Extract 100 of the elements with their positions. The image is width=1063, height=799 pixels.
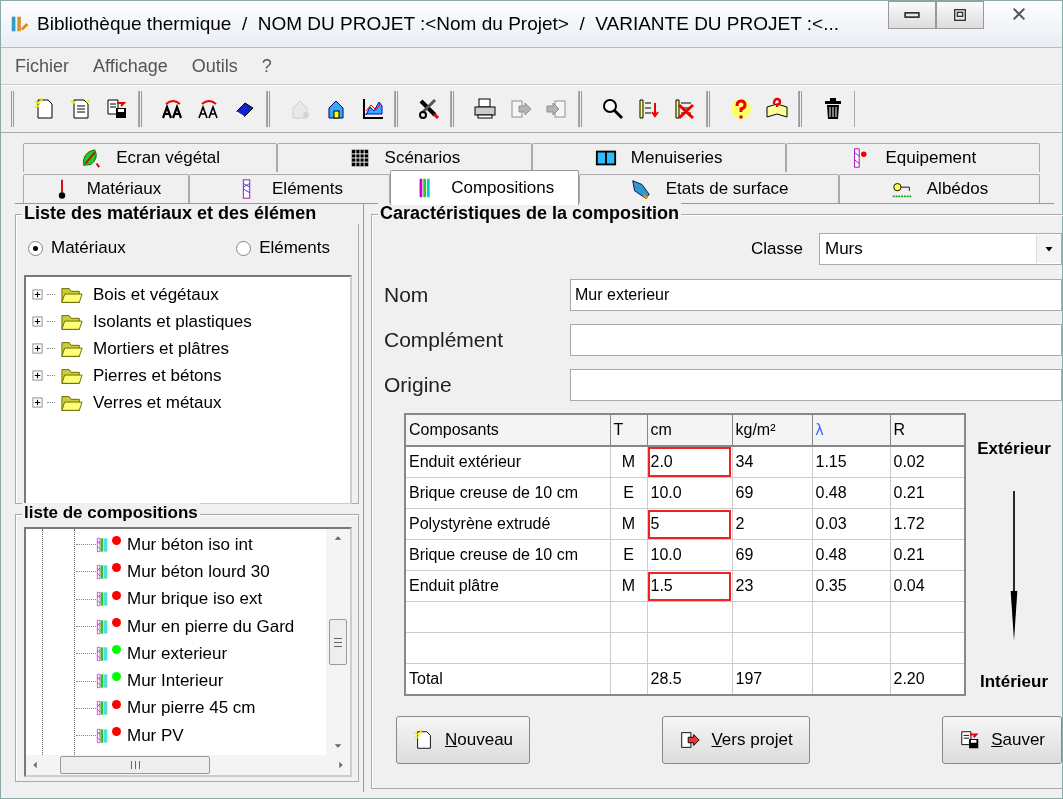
column-header[interactable]: cm <box>647 414 732 446</box>
column-header[interactable]: T <box>610 414 647 446</box>
tools-icon <box>417 97 441 121</box>
group-title: Liste des matériaux et des élémen <box>22 204 359 224</box>
list-down-icon <box>637 97 661 121</box>
table-cell: 1.15 <box>812 446 890 478</box>
menu-item[interactable]: Fichier <box>15 55 69 77</box>
tab[interactable]: Etats de surface <box>579 174 839 203</box>
radio-circle[interactable] <box>236 240 252 256</box>
table-cell: 0.48 <box>812 539 890 571</box>
horizontal-scrollbar[interactable] <box>26 755 350 775</box>
text-field[interactable]: Mur exterieur <box>570 279 1062 311</box>
vertical-scrollbar[interactable] <box>326 529 350 755</box>
list-item[interactable]: Mur béton lourd 30 <box>127 561 270 582</box>
column-header[interactable]: kg/m² <box>732 414 812 446</box>
tab[interactable]: Equipement <box>785 143 1040 172</box>
list-item[interactable]: Mur PV <box>127 725 184 746</box>
tab[interactable]: Ecran végétal <box>23 143 278 172</box>
letters-icon <box>161 97 185 121</box>
field-label: Nom <box>384 283 430 307</box>
menu-item[interactable]: Outils <box>191 55 238 77</box>
action-button[interactable]: Sauver <box>942 716 1062 764</box>
radio-button[interactable]: Matériaux <box>28 238 126 258</box>
menu-item[interactable]: ? <box>261 55 272 77</box>
list-item[interactable]: Mur pierre 45 cm <box>127 698 256 719</box>
field-label: Complément <box>384 328 505 352</box>
plus-box-icon[interactable] <box>32 316 43 327</box>
list-item[interactable]: Mur exterieur <box>127 643 228 664</box>
maximize-icon <box>952 7 968 23</box>
field-label: Origine <box>384 373 453 397</box>
brush-icon <box>629 178 652 200</box>
table-cell: Brique creuse de 10 cm <box>405 539 610 571</box>
table-cell: 0.48 <box>812 477 890 509</box>
help-book-icon <box>765 97 789 121</box>
table-cell: Brique creuse de 10 cm <box>405 477 610 509</box>
minimize-button[interactable] <box>888 1 936 29</box>
column-header[interactable]: λ <box>812 414 890 446</box>
plus-box-icon[interactable] <box>32 343 43 354</box>
tab[interactable]: Eléments <box>188 174 390 203</box>
radio-circle[interactable] <box>28 240 43 256</box>
tree-item[interactable]: Mortiers et plâtres <box>93 338 230 359</box>
table-cell: 69 <box>732 477 812 509</box>
column-header[interactable]: R <box>890 414 965 446</box>
tab[interactable]: Albédos <box>838 174 1040 203</box>
arrow-page-icon <box>509 97 533 121</box>
tree-item[interactable]: Verres et métaux <box>93 392 222 413</box>
table-cell: 2 <box>732 508 812 540</box>
side-label: Extérieur <box>977 439 1051 459</box>
list-item[interactable]: Mur béton iso int <box>127 534 253 555</box>
column-header[interactable]: Composants <box>405 414 610 446</box>
menu-item[interactable]: Affichage <box>93 55 168 77</box>
printer-icon <box>473 97 497 121</box>
file-icon <box>69 97 93 121</box>
minimize-icon <box>904 12 920 18</box>
group-title: Caractéristiques de la composition <box>378 203 682 224</box>
tab[interactable]: Scénarios <box>277 143 532 172</box>
table-cell: 10.0 <box>647 477 732 509</box>
table-cell: 0.35 <box>812 570 890 602</box>
plus-box-icon[interactable] <box>32 397 43 408</box>
chart-icon <box>361 97 385 121</box>
text-field[interactable] <box>570 324 1062 356</box>
table-cell: M <box>610 508 647 540</box>
side-label: Intérieur <box>980 672 1048 692</box>
action-button[interactable]: Vers projet <box>662 716 810 764</box>
list-item[interactable]: Mur en pierre du Gard <box>127 616 295 637</box>
action-button[interactable]: Nouveau <box>396 716 531 764</box>
table-cell: 1.5 <box>647 570 732 602</box>
table-cell: 10.0 <box>647 539 732 571</box>
radio-button[interactable]: Eléments <box>236 238 330 258</box>
tab[interactable]: Matériaux <box>23 174 189 203</box>
letters-icon <box>197 97 221 121</box>
table-cell: Enduit plâtre <box>405 570 610 602</box>
tree-item[interactable]: Bois et végétaux <box>93 284 219 305</box>
plus-box-icon[interactable] <box>32 289 43 300</box>
table-cell: Enduit extérieur <box>405 446 610 478</box>
maximize-button[interactable] <box>936 1 984 29</box>
table-cell: E <box>610 539 647 571</box>
table-cell: 34 <box>732 446 812 478</box>
window-title: Bibliothèque thermique / NOM DU PROJET :<Nom du Projet> / VARIANTE DU PROJET :<... <box>37 13 840 35</box>
table-cell: Polystyrène extrudé <box>405 508 610 540</box>
tab[interactable]: Menuiseries <box>531 143 786 172</box>
plus-box-icon[interactable] <box>32 370 43 381</box>
tree-item[interactable]: Pierres et bétons <box>93 365 222 386</box>
table-cell: 2.0 <box>647 446 732 478</box>
arrow-page-icon <box>545 97 569 121</box>
list-item[interactable]: Mur brique iso ext <box>127 589 263 610</box>
table-cell: M <box>610 446 647 478</box>
field-label: Classe <box>751 239 803 259</box>
list-item[interactable]: Mur Interieur <box>127 671 224 692</box>
class-dropdown[interactable]: Murs <box>819 233 1062 265</box>
text-field[interactable] <box>570 369 1062 401</box>
tree-item[interactable]: Isolants et plastiques <box>93 311 252 332</box>
save-file-icon <box>105 97 129 121</box>
tab[interactable]: Compositions <box>390 170 580 205</box>
search-icon <box>601 97 625 121</box>
group-title: liste de compositions <box>22 503 200 523</box>
table-cell: E <box>610 477 647 509</box>
list-delete-icon <box>673 97 697 121</box>
table-cell: M <box>610 570 647 602</box>
close-icon <box>1011 6 1027 22</box>
